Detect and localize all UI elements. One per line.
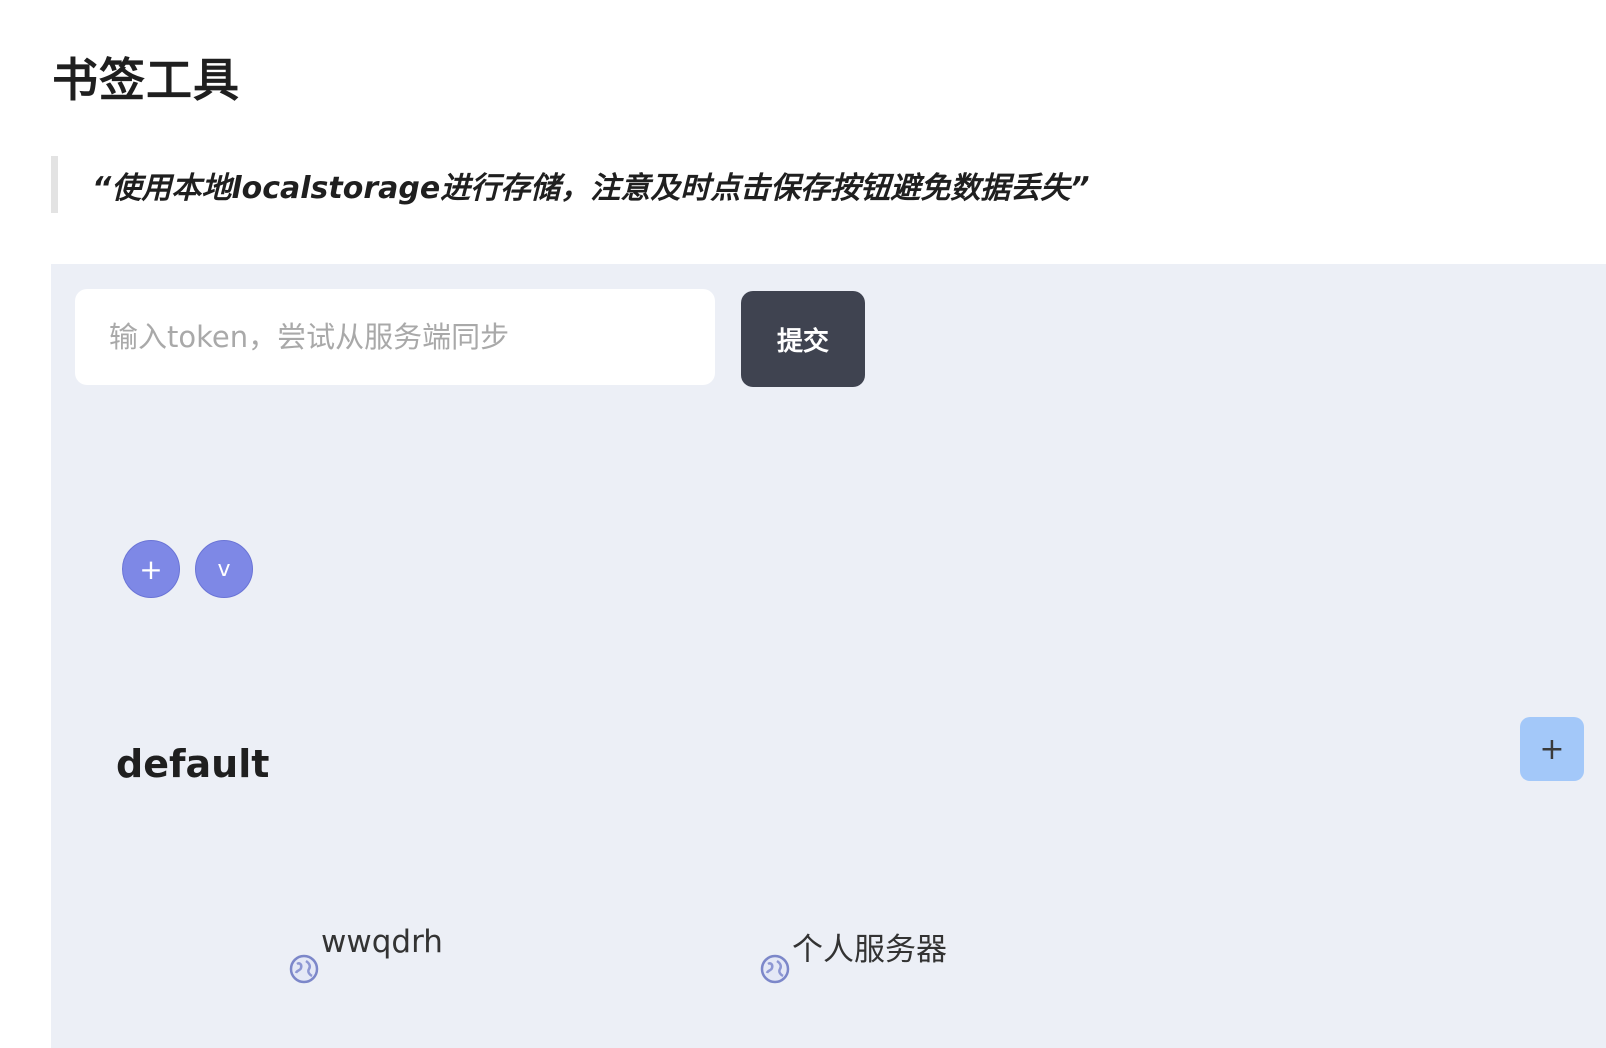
add-bookmark-button[interactable]: + — [1520, 717, 1584, 781]
group-title: default — [116, 742, 270, 786]
bookmark-item[interactable]: wwqdrh — [289, 924, 443, 984]
bookmark-item[interactable]: 个人服务器 — [760, 924, 947, 984]
bookmark-label: wwqdrh — [321, 924, 443, 960]
globe-icon — [760, 954, 790, 984]
submit-button[interactable]: 提交 — [741, 291, 865, 387]
globe-icon — [289, 954, 319, 984]
bookmark-label: 个人服务器 — [792, 932, 947, 968]
add-group-button[interactable]: + — [122, 540, 180, 598]
token-input[interactable] — [75, 289, 715, 385]
page-title: 书签工具 — [52, 53, 240, 107]
storage-notice-text: “使用本地localstorage进行存储，注意及时点击保存按钮避免数据丢失” — [92, 170, 1090, 206]
storage-notice-quote: “使用本地localstorage进行存储，注意及时点击保存按钮避免数据丢失” — [51, 156, 1090, 213]
bookmark-tool-page: 书签工具 “使用本地localstorage进行存储，注意及时点击保存按钮避免数… — [0, 0, 1606, 1048]
toggle-expand-button[interactable]: v — [195, 540, 253, 598]
bookmark-panel: 提交 + v default + wwqdrh 个人服务器 — [51, 264, 1606, 1048]
